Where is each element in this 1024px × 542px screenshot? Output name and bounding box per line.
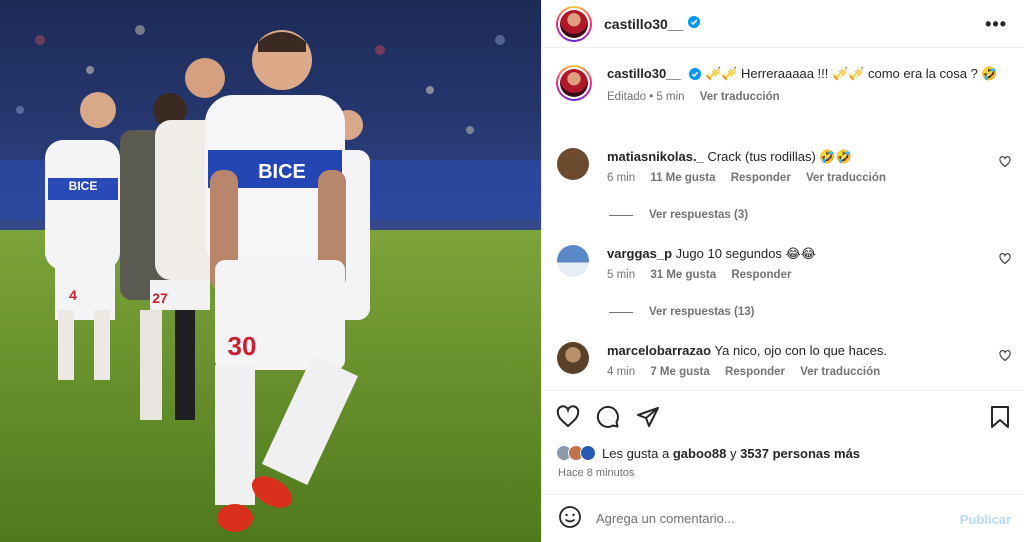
share-plane-icon[interactable] [636,405,660,432]
post-photo[interactable]: BICE 30 BICE 4 27 [0,0,541,542]
comment-username[interactable]: varggas_p [607,246,672,261]
jersey-sponsor: BICE [258,161,306,183]
jersey-number-left: 4 [69,287,77,303]
comment-item: marcelobarrazao Ya nico, ojo con lo que … [556,342,1011,378]
translate-link[interactable]: Ver traducción [800,366,880,378]
reply-button[interactable]: Responder [731,172,791,184]
post-image: BICE 30 BICE 4 27 [0,0,541,542]
comments-list[interactable]: castillo30__ 🎺🎺 Herreraaaaa !!! 🎺🎺 como … [542,49,1024,389]
comment-time: 6 min [607,172,636,184]
publish-button[interactable]: Publicar [960,512,1011,527]
caption-avatar[interactable] [556,65,592,101]
view-replies-label: Ver respuestas (13) [649,306,755,318]
comment-text: Crack (tus rodillas) 🤣🤣 [707,149,852,164]
replies-divider [609,214,633,216]
comment-like-heart-icon[interactable] [999,350,1011,365]
post-header: castillo30__ ••• [542,0,1024,48]
comment-avatar[interactable] [557,342,589,374]
caption-text: 🎺🎺 Herreraaaaa !!! 🎺🎺 como era la cosa ?… [704,66,998,81]
comment-text: Ya nico, ojo con lo que haces. [714,343,887,358]
liked-by-user[interactable]: gaboo88 [673,446,726,461]
caption-username[interactable]: castillo30__ [607,66,681,81]
post-panel: castillo30__ ••• castillo30__ 🎺🎺 Herrera… [541,0,1024,542]
likes-count[interactable]: 3537 personas más [740,446,860,461]
post-caption: castillo30__ 🎺🎺 Herreraaaaa !!! 🎺🎺 como … [556,65,1011,103]
author-avatar[interactable] [556,5,592,42]
translate-link[interactable]: Ver traducción [806,172,886,184]
verified-icon [689,67,702,85]
author-username[interactable]: castillo30__ [604,16,683,32]
view-replies-button[interactable]: Ver respuestas (13) [609,306,754,318]
caption-translate-link[interactable]: Ver traducción [700,91,780,103]
post-actions: Les gusta a gaboo88 y 3537 personas más … [542,390,1024,490]
comment-avatar[interactable] [557,148,589,180]
comment-composer: Publicar [542,494,1024,542]
comment-bubble-icon[interactable] [596,405,620,432]
reply-button[interactable]: Responder [731,269,791,281]
replies-divider [609,311,633,313]
comment-likes[interactable]: 11 Me gusta [650,172,715,184]
caption-edited: Editado • 5 min [607,91,685,103]
comment-likes[interactable]: 7 Me gusta [650,366,709,378]
comment-username[interactable]: matiasnikolas._ [607,149,704,164]
comment-like-heart-icon[interactable] [999,156,1011,171]
comment-avatar[interactable] [557,245,589,277]
comment-item: varggas_p Jugo 10 segundos 😂😂 5 min 31 M… [556,245,1011,281]
bookmark-icon[interactable] [989,405,1011,432]
like-heart-icon[interactable] [556,405,580,432]
likes-prefix: Les gusta a [602,445,670,461]
likes-joiner: y [729,445,737,461]
comment-time: 4 min [607,366,636,378]
comment-item: matiasnikolas._ Crack (tus rodillas) 🤣🤣 … [556,148,1011,184]
reply-button[interactable]: Responder [725,366,785,378]
jersey-number: 30 [228,331,257,361]
view-replies-button[interactable]: Ver respuestas (3) [609,209,748,221]
comment-username[interactable]: marcelobarrazao [607,343,711,358]
jersey-number-mid: 27 [152,290,168,306]
likes-summary[interactable]: Les gusta a gaboo88 y 3537 personas más [556,445,860,461]
comment-input[interactable] [596,511,936,526]
emoji-icon[interactable] [558,505,582,532]
view-replies-label: Ver respuestas (3) [649,209,749,221]
verified-icon [688,16,701,31]
post-time: Hace 8 minutos [558,467,635,479]
comment-like-heart-icon[interactable] [999,253,1011,268]
comment-text: Jugo 10 segundos 😂😂 [675,246,816,261]
jersey-sponsor-left: BICE [69,179,98,193]
comment-time: 5 min [607,269,636,281]
comment-likes[interactable]: 31 Me gusta [650,269,716,281]
more-options-button[interactable]: ••• [985,14,1007,35]
liker-avatars [556,445,596,461]
